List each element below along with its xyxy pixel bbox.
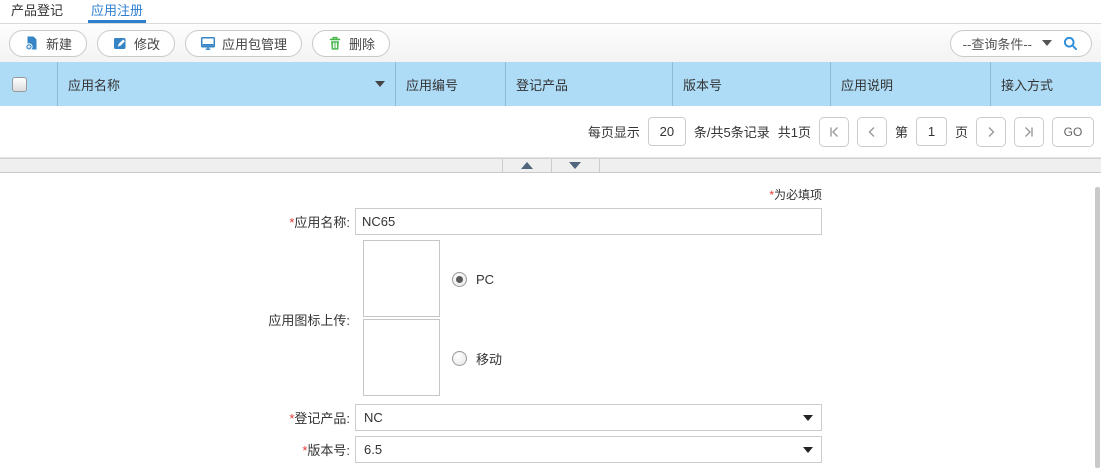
next-page-button[interactable] bbox=[976, 116, 1006, 147]
search-icon[interactable] bbox=[1062, 35, 1079, 52]
app-name-input[interactable] bbox=[355, 208, 822, 235]
column-label: 版本号 bbox=[683, 77, 723, 93]
total-pages-text: 共1页 bbox=[777, 125, 811, 140]
toolbar-right: --查询条件-- bbox=[949, 29, 1092, 57]
icon-upload-row: 应用图标上传: PC 移动 bbox=[0, 240, 822, 398]
first-page-icon bbox=[830, 126, 838, 137]
next-page-icon bbox=[988, 126, 995, 137]
header-checkbox-cell bbox=[0, 62, 57, 106]
pc-icon-upload-box[interactable] bbox=[363, 240, 440, 317]
new-doc-icon bbox=[24, 35, 40, 51]
last-page-icon bbox=[1025, 126, 1033, 137]
column-header-app-code[interactable]: 应用编号 bbox=[395, 62, 505, 106]
app-name-label-text: 应用名称: bbox=[294, 215, 350, 230]
radio-pc-icon[interactable] bbox=[452, 272, 467, 287]
product-row: *登记产品: NC bbox=[0, 404, 822, 431]
radio-pc-label: PC bbox=[476, 272, 495, 287]
go-button[interactable]: GO bbox=[1052, 116, 1094, 147]
radio-option-mobile[interactable]: 移动 bbox=[452, 319, 502, 398]
per-page-input[interactable] bbox=[647, 117, 686, 146]
column-header-app-name[interactable]: 应用名称 bbox=[57, 62, 395, 106]
triangle-down-icon bbox=[569, 162, 581, 169]
collapse-up-button[interactable] bbox=[501, 159, 551, 172]
column-header-product[interactable]: 登记产品 bbox=[505, 62, 672, 106]
last-page-button[interactable] bbox=[1014, 116, 1044, 147]
collapse-down-button[interactable] bbox=[550, 159, 600, 172]
column-label: 应用名称 bbox=[68, 77, 121, 93]
radio-mobile-label: 移动 bbox=[476, 352, 503, 367]
column-header-description[interactable]: 应用说明 bbox=[830, 62, 990, 106]
column-label: 接入方式 bbox=[1001, 77, 1054, 93]
icon-upload-boxes bbox=[363, 240, 440, 398]
new-button[interactable]: 新建 bbox=[9, 29, 88, 57]
delete-button[interactable]: 删除 bbox=[312, 29, 391, 57]
product-select[interactable]: NC bbox=[355, 404, 822, 431]
app-package-manage-button[interactable]: 应用包管理 bbox=[185, 29, 303, 57]
tab-app-registration[interactable]: 应用注册 bbox=[88, 2, 147, 23]
version-label-text: 版本号: bbox=[307, 443, 350, 458]
chevron-down-icon[interactable] bbox=[1042, 40, 1052, 46]
modify-button-label: 修改 bbox=[134, 36, 161, 52]
tab-product-registration[interactable]: 产品登记 bbox=[8, 2, 66, 23]
column-label: 应用说明 bbox=[841, 77, 894, 93]
app-package-manage-button-label: 应用包管理 bbox=[222, 36, 288, 52]
column-label: 应用编号 bbox=[406, 77, 459, 93]
version-select-value: 6.5 bbox=[364, 442, 383, 457]
prev-page-button[interactable] bbox=[856, 116, 887, 147]
version-label: *版本号: bbox=[0, 440, 355, 459]
select-all-checkbox[interactable] bbox=[12, 76, 27, 92]
records-count-text: 条/共5条记录 bbox=[693, 125, 770, 140]
toolbar: 新建 修改 应用包管理 删除 --查询条件-- bbox=[0, 24, 1101, 62]
page-number-input[interactable] bbox=[915, 117, 947, 146]
product-label-text: 登记产品: bbox=[294, 411, 350, 426]
tab-bar: 产品登记 应用注册 bbox=[0, 0, 1101, 24]
table-header: 应用名称 应用编号 登记产品 版本号 应用说明 接入方式 bbox=[0, 62, 1101, 106]
per-page-label: 每页显示 bbox=[587, 125, 640, 140]
app-name-row: *应用名称: bbox=[0, 208, 822, 235]
column-header-access-type[interactable]: 接入方式 bbox=[990, 62, 1101, 106]
required-note-text: 为必填项 bbox=[773, 188, 822, 202]
modify-button[interactable]: 修改 bbox=[97, 29, 176, 57]
version-select[interactable]: 6.5 bbox=[355, 436, 822, 463]
sort-caret-icon[interactable] bbox=[375, 81, 385, 87]
version-row: *版本号: 6.5 bbox=[0, 436, 822, 463]
icon-upload-label: 应用图标上传: bbox=[268, 312, 350, 328]
edit-icon bbox=[112, 35, 128, 51]
prev-page-icon bbox=[868, 126, 875, 137]
page-suffix-label: 页 bbox=[954, 125, 968, 140]
vertical-scrollbar[interactable] bbox=[1095, 187, 1100, 468]
trash-icon bbox=[327, 35, 343, 51]
product-select-value: NC bbox=[364, 410, 383, 425]
query-condition-value: --查询条件-- bbox=[962, 36, 1032, 52]
select-caret-icon bbox=[803, 446, 813, 453]
splitter-bar[interactable] bbox=[0, 158, 1101, 173]
first-page-button[interactable] bbox=[818, 116, 849, 147]
triangle-up-icon bbox=[520, 162, 533, 169]
column-label: 登记产品 bbox=[516, 77, 569, 93]
radio-mobile-icon[interactable] bbox=[452, 351, 467, 366]
mobile-icon-upload-box[interactable] bbox=[363, 319, 440, 396]
radio-option-pc[interactable]: PC bbox=[452, 240, 502, 319]
delete-button-label: 删除 bbox=[349, 36, 376, 52]
detail-form: *为必填项 *应用名称: 应用图标上传: P bbox=[0, 173, 1101, 468]
app-registration-page: 产品登记 应用注册 新建 修改 应用包管理 删除 --查询条件-- 应用名称 应… bbox=[0, 0, 1101, 468]
icon-type-radio-group: PC 移动 bbox=[452, 240, 502, 398]
product-label: *登记产品: bbox=[0, 408, 355, 427]
pagination-bar: 每页显示 条/共5条记录 共1页 第 页 GO bbox=[0, 106, 1101, 158]
select-caret-icon bbox=[803, 414, 813, 421]
app-name-label: *应用名称: bbox=[0, 212, 355, 231]
monitor-icon bbox=[200, 35, 216, 51]
column-header-version[interactable]: 版本号 bbox=[672, 62, 830, 106]
new-button-label: 新建 bbox=[46, 36, 73, 52]
page-prefix-label: 第 bbox=[894, 125, 908, 140]
query-condition-dropdown[interactable]: --查询条件-- bbox=[949, 29, 1092, 57]
required-note: *为必填项 bbox=[0, 186, 822, 204]
